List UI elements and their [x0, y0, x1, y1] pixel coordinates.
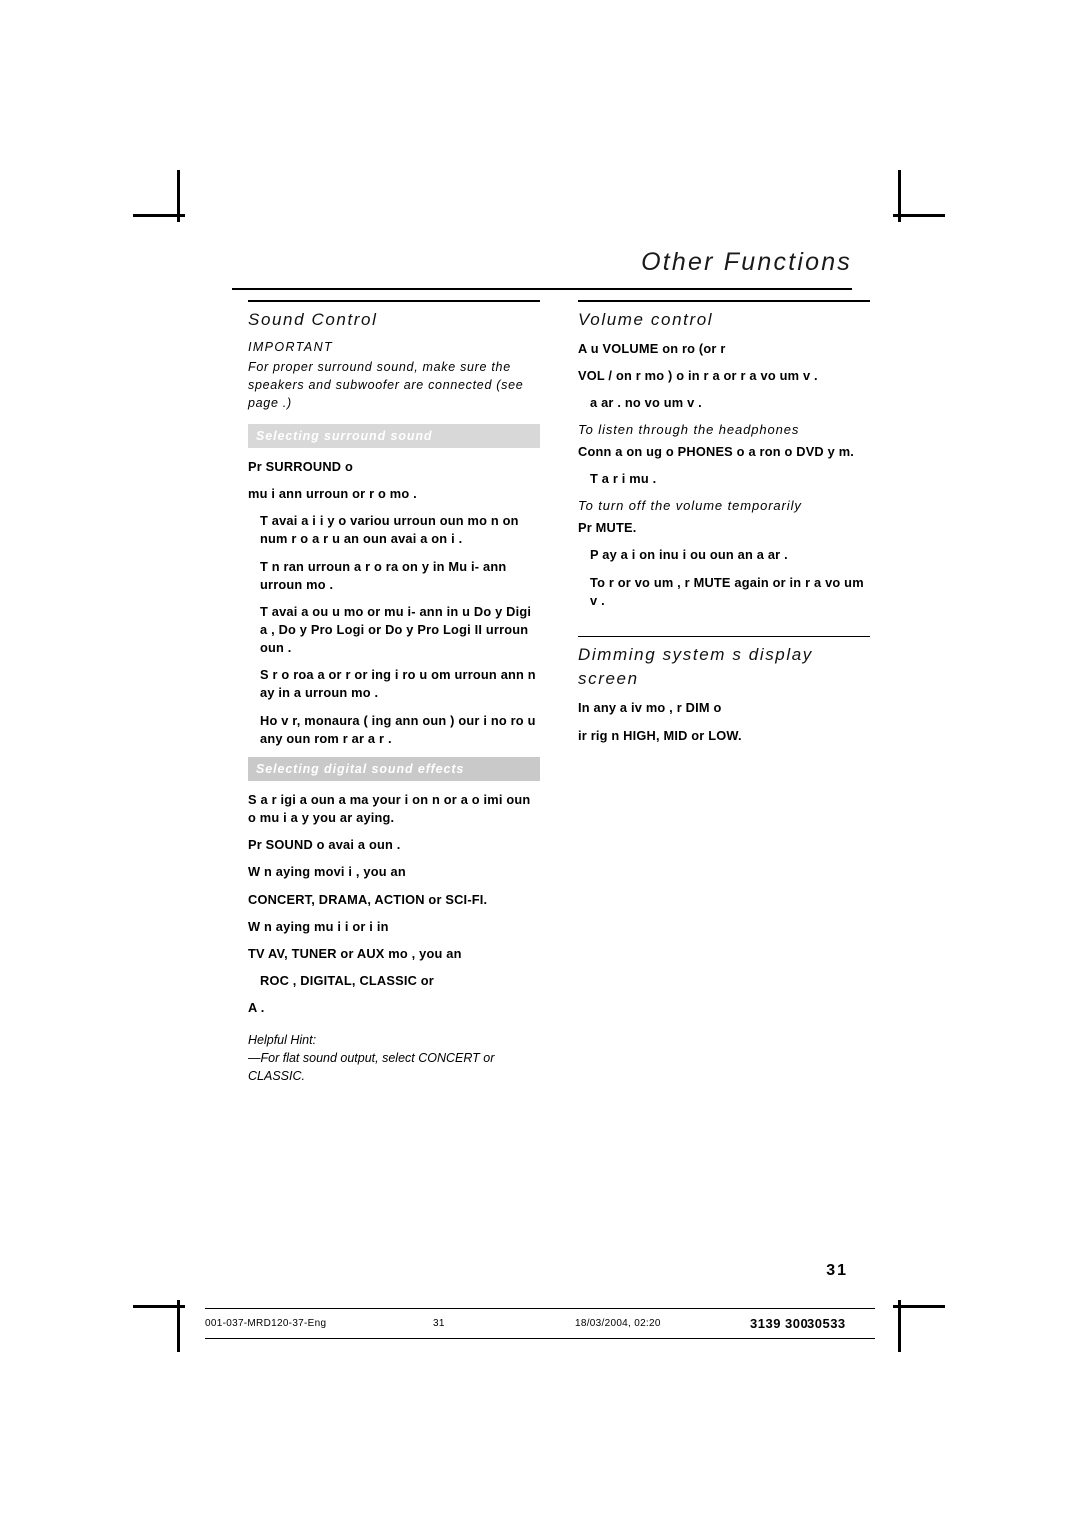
paragraph-volume-5: T a r i mu .: [590, 471, 657, 487]
left-column: Sound Control IMPORTANT For proper surro…: [248, 300, 540, 1085]
crop-mark-top-left: [133, 170, 185, 222]
heading-sound-control: Sound Control: [248, 309, 378, 329]
subsection-bar-surround: Selecting surround sound: [248, 423, 540, 448]
heading-dimming-line2: screen: [578, 669, 639, 689]
paragraph-surround-4: T avai a ou u mo or mu i- ann in u Do y …: [260, 603, 532, 656]
paragraph-surround-2: T avai a i i y o variou urroun oun mo n …: [260, 513, 519, 547]
heading-volume-control: Volume control: [578, 309, 714, 329]
paragraph-volume-0: A u VOLUME on ro (or r: [578, 340, 726, 356]
important-label: IMPORTANT: [248, 339, 334, 354]
subheading-headphones: To listen through the headphones: [578, 421, 800, 437]
paragraph-volume-7: Pr MUTE.: [578, 520, 637, 536]
footer-code-1: 3139 300: [750, 1316, 809, 1331]
crop-mark-bottom-right: [893, 1300, 945, 1352]
header-divider: [232, 288, 852, 290]
paragraph-surround-3: T n ran urroun a r o ra on y in Mu i- an…: [260, 558, 507, 592]
subsection-bar-digital-effects: Selecting digital sound effects: [248, 756, 540, 781]
paragraph-dimming-1: ir rig n HIGH, MID or LOW.: [578, 727, 742, 743]
paragraph-surround-5: S r o roa a or r or ing i ro u om urroun…: [260, 667, 536, 701]
page-title: Other Functions: [641, 248, 852, 276]
crop-mark-bottom-left: [133, 1300, 185, 1352]
paragraph-digital-4: W n aying mu i i or i in: [248, 918, 389, 934]
paragraph-digital-2: W n aying movi i , you an: [248, 864, 406, 880]
paragraph-digital-0: S a r igi a oun a ma your i on n or a o …: [248, 791, 531, 826]
subheading-mute: To turn off the volume temporarily: [578, 498, 802, 514]
page-number: 31: [826, 1262, 848, 1279]
paragraph-volume-4: Conn a on ug o PHONES o a ron o DVD y m.: [578, 443, 855, 459]
footer-page: 31: [433, 1318, 445, 1329]
section-divider-volume-control: [578, 300, 870, 302]
paragraph-surround-0: Pr SURROUND o: [248, 458, 353, 474]
right-column: Volume control A u VOLUME on ro (or r VO…: [578, 300, 870, 754]
paragraph-digital-3: CONCERT, DRAMA, ACTION or SCI-FI.: [248, 891, 488, 907]
paragraph-digital-5: TV AV, TUNER or AUX mo , you an: [248, 945, 462, 961]
heading-dimming-line1: Dimming system s display: [578, 645, 813, 665]
footer-divider-bottom: [205, 1338, 875, 1339]
footer-date: 18/03/2004, 02:20: [575, 1318, 661, 1329]
footer-filename: 001-037-MRD120-37-Eng: [205, 1318, 327, 1329]
paragraph-surround-1: mu i ann urroun or r o mo .: [248, 486, 417, 502]
paragraph-digital-7: A .: [248, 1000, 265, 1016]
footer-divider-top: [205, 1308, 875, 1309]
helpful-hint-body: —For flat sound output, select CONCERT o…: [248, 1051, 495, 1083]
paragraph-surround-6: Ho v r, monaura ( ing ann oun ) our i no…: [260, 712, 536, 746]
crop-mark-top-right: [893, 170, 945, 222]
paragraph-dimming-0: In any a iv mo , r DIM o: [578, 700, 722, 716]
helpful-hint-label: Helpful Hint:: [248, 1033, 317, 1048]
paragraph-digital-1: Pr SOUND o avai a oun .: [248, 837, 401, 853]
paragraph-volume-1: VOL / on r mo ) o in r a or r a vo um v …: [578, 367, 818, 383]
paragraph-volume-2: a ar . no vo um v .: [590, 394, 702, 410]
footer-code-2: 30533: [807, 1316, 846, 1331]
section-divider-dimming: [578, 635, 870, 638]
paragraph-volume-8: P ay a i on inu i ou oun an a ar .: [590, 547, 788, 563]
important-body: For proper surround sound, make sure the…: [248, 359, 524, 410]
paragraph-volume-9: To r or vo um , r MUTE again or in r a v…: [590, 574, 864, 608]
paragraph-digital-6: ROC , DIGITAL, CLASSIC or: [260, 973, 434, 988]
section-divider-sound-control: [248, 300, 540, 302]
